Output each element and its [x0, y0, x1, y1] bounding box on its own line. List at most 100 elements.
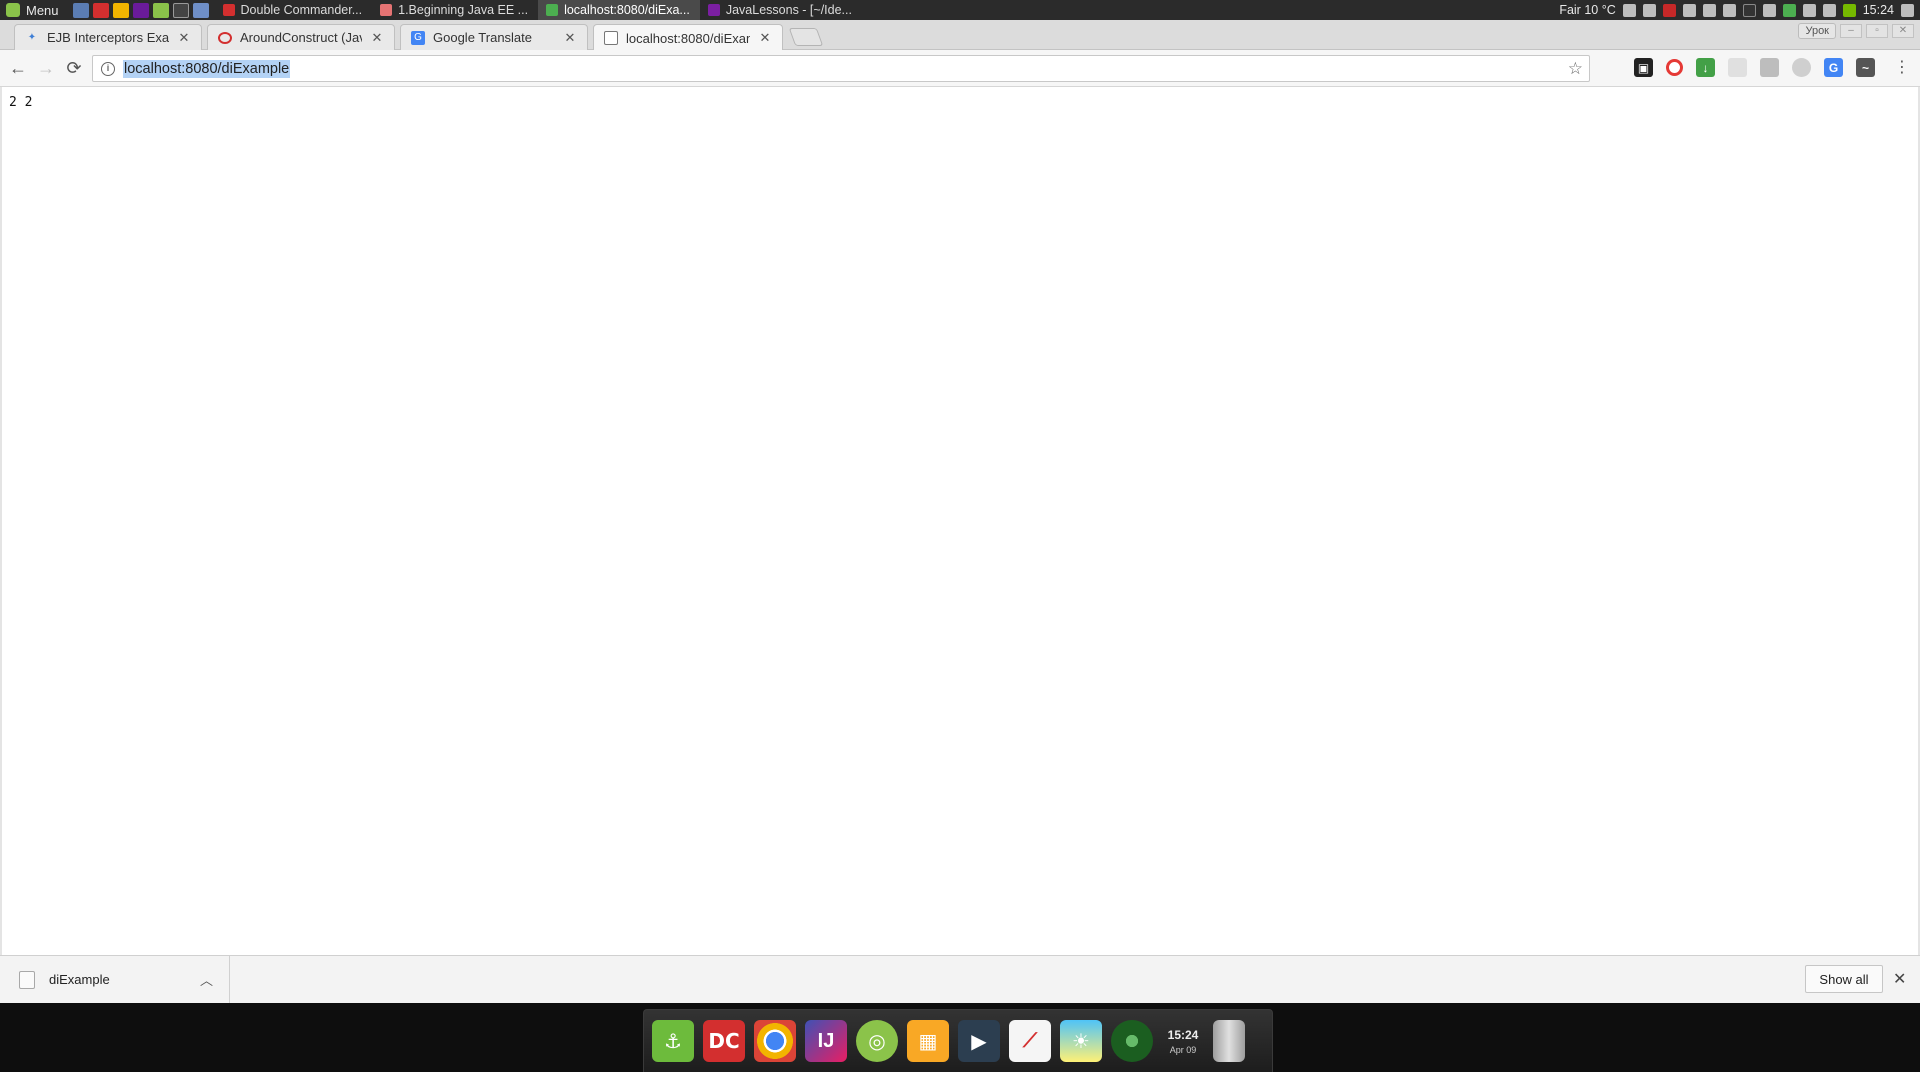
clipboard-icon[interactable] [1642, 3, 1656, 17]
extension-disabled-icon[interactable] [1728, 58, 1747, 77]
tab-title: AroundConstruct (Java( [240, 30, 362, 45]
pdf-icon [380, 4, 393, 16]
back-button[interactable]: ← [5, 55, 31, 81]
system-menu-button[interactable]: Menu [0, 0, 67, 20]
dropbox-icon[interactable] [1762, 3, 1776, 17]
nvidia-icon[interactable] [1842, 3, 1856, 17]
address-bar[interactable]: i localhost:8080/diExample ☆ [92, 55, 1590, 82]
close-tab-icon[interactable]: ✕ [758, 30, 772, 46]
battery-icon[interactable] [1722, 3, 1736, 17]
chrome-tray-icon[interactable] [1782, 3, 1796, 17]
reload-icon: ⟳ [66, 57, 82, 78]
extensions-bar: ▣ ↓ G ~ [1634, 58, 1875, 77]
tab-title: localhost:8080/diExamp [626, 30, 750, 46]
double-commander-dock-icon[interactable]: ⅮⅭ [703, 1020, 745, 1062]
menu-kebab-icon[interactable]: ⋮ [1894, 58, 1910, 78]
download-file-name: diExample [49, 972, 110, 987]
arrow-left-icon: ← [9, 57, 27, 78]
reload-button[interactable]: ⟳ [61, 55, 87, 81]
files-dock-icon[interactable]: ▦ [907, 1020, 949, 1062]
show-desktop-icon[interactable] [72, 2, 89, 18]
new-tab-button[interactable] [788, 28, 824, 46]
oracle-icon [218, 31, 232, 44]
intellij-launcher-icon[interactable] [132, 2, 149, 18]
trash-icon[interactable] [1213, 1020, 1245, 1062]
panel-clock[interactable]: 15:24 [1863, 3, 1894, 17]
extension-1-icon[interactable]: ▣ [1634, 58, 1653, 77]
info-icon[interactable]: i [101, 61, 115, 76]
system-tray: Fair 10 °C 15:24 [1559, 3, 1920, 17]
gear-icon: ✦ [27, 32, 37, 43]
page-viewport: 2 2 [0, 87, 1920, 955]
app-dock-icon[interactable]: ◎ [856, 1020, 898, 1062]
chrome-dock-icon[interactable] [754, 1020, 796, 1062]
volume-icon[interactable] [1702, 3, 1716, 17]
shield-icon[interactable] [1802, 3, 1816, 17]
extension-circle-icon[interactable] [1792, 58, 1811, 77]
dock-clock[interactable]: 15:24 Apr 09 [1162, 1028, 1204, 1055]
system-panel: Menu Double Commander... 1.Beginning Jav… [0, 0, 1920, 20]
close-tab-icon[interactable]: ✕ [563, 30, 577, 46]
user-icon[interactable] [1622, 3, 1636, 17]
notification-icon[interactable] [1901, 3, 1914, 17]
close-window-icon[interactable]: ✕ [1892, 24, 1914, 38]
maximize-icon[interactable]: ▫ [1866, 24, 1888, 38]
pdf-dock-icon[interactable]: ⟋ [1009, 1020, 1051, 1062]
tab-title: Google Translate [433, 30, 533, 45]
close-tab-icon[interactable]: ✕ [370, 30, 384, 46]
weather-dock-icon[interactable]: ☀ [1060, 1020, 1102, 1062]
taskbar-item-label: localhost:8080/diExa... [564, 3, 690, 17]
close-download-shelf-icon[interactable]: ✕ [1893, 969, 1906, 989]
profile-button[interactable]: Урок [1798, 23, 1836, 39]
bluetooth-icon[interactable] [1822, 3, 1836, 17]
tab-localhost-diexample[interactable]: localhost:8080/diExamp ✕ [593, 24, 783, 51]
close-tab-icon[interactable]: ✕ [177, 30, 191, 46]
app-launcher-icon[interactable] [152, 2, 169, 18]
bookmark-star-icon[interactable]: ☆ [1568, 59, 1583, 79]
taskbar-item-pdf[interactable]: 1.Beginning Java EE ... [372, 0, 538, 20]
chevron-up-icon[interactable]: ︿ [200, 970, 213, 989]
tab-google-translate[interactable]: G Google Translate ✕ [400, 24, 588, 50]
taskbar-item-label: Double Commander... [240, 3, 363, 17]
forward-button[interactable]: → [33, 55, 59, 81]
anchor-icon[interactable]: ⚓ [652, 1020, 694, 1062]
tab-ejb-interceptors[interactable]: ✦ EJB Interceptors Examp ✕ [14, 24, 202, 50]
taskbar-item-chrome[interactable]: localhost:8080/diExa... [538, 0, 700, 20]
browser-toolbar: ← → ⟳ i localhost:8080/diExample ☆ ▣ ↓ G… [0, 50, 1920, 87]
double-commander-icon[interactable] [92, 2, 109, 18]
weather-label[interactable]: Fair 10 °C [1559, 3, 1615, 17]
tab-aroundconstruct[interactable]: AroundConstruct (Java( ✕ [207, 24, 395, 50]
minimize-icon[interactable]: – [1840, 24, 1862, 38]
window-controls: Урок – ▫ ✕ [1798, 23, 1914, 39]
terminal-icon[interactable] [172, 2, 189, 18]
chrome-launcher-icon[interactable] [112, 2, 129, 18]
taskbar-item-label: JavaLessons - [~/Ide... [725, 3, 852, 17]
system-menu-label: Menu [26, 2, 59, 18]
url-text[interactable]: localhost:8080/diExample [123, 59, 291, 78]
download-shelf: diExample ︿ Show all ✕ [0, 955, 1920, 1003]
page-icon [604, 31, 618, 45]
analytics-icon[interactable]: ~ [1856, 58, 1875, 77]
double-commander-icon [222, 4, 235, 16]
radar-dock-icon[interactable] [1111, 1020, 1153, 1062]
taskbar-item-double-commander[interactable]: Double Commander... [215, 0, 373, 20]
show-all-button[interactable]: Show all [1805, 965, 1883, 993]
dock: ⚓ ⅮⅭ IJ ◎ ▦ ▶ ⟋ ☀ 15:24 Apr 09 [643, 1009, 1273, 1072]
google-translate-extension-icon[interactable]: G [1824, 58, 1843, 77]
media-player-dock-icon[interactable]: ▶ [958, 1020, 1000, 1062]
screen-icon[interactable] [1742, 3, 1756, 17]
intellij-dock-icon[interactable]: IJ [805, 1020, 847, 1062]
files-icon[interactable] [192, 2, 209, 18]
download-item[interactable]: diExample ︿ [0, 956, 230, 1003]
opera-vpn-icon[interactable] [1666, 59, 1683, 76]
quick-launcher [67, 2, 215, 18]
printer-icon[interactable] [1760, 58, 1779, 77]
mint-logo-icon [6, 3, 20, 17]
tab-title: EJB Interceptors Examp [47, 30, 169, 45]
taskbar-item-intellij[interactable]: JavaLessons - [~/Ide... [700, 0, 862, 20]
keyboard-layout-flag-icon[interactable] [1662, 3, 1676, 17]
intellij-icon [707, 4, 720, 16]
taskbar-item-label: 1.Beginning Java EE ... [398, 3, 529, 17]
download-extension-icon[interactable]: ↓ [1696, 58, 1715, 77]
wifi-icon[interactable] [1682, 3, 1696, 17]
